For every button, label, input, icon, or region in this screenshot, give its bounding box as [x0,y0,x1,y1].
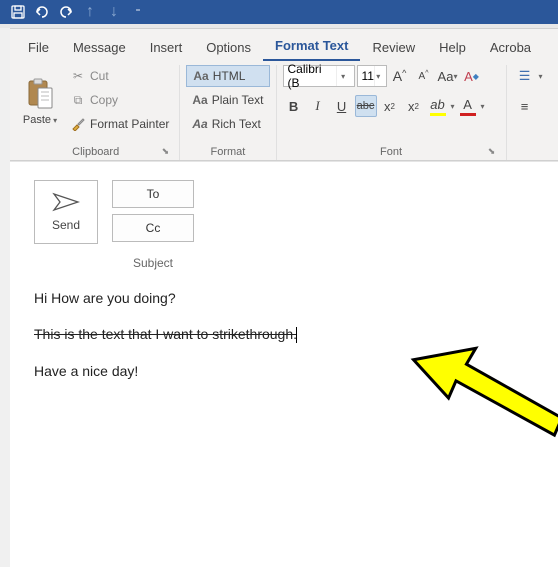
body-line-2: This is the text that I want to striketh… [34,326,546,343]
font-name-combo[interactable]: Calibri (B▾ [283,65,355,87]
chevron-down-icon: ▾ [53,116,57,125]
clipboard-group-label: Clipboard [72,146,119,158]
font-size-value: 11 [362,69,374,83]
quick-access-toolbar: ↑ ↓ ⁼ [0,0,558,24]
send-icon [52,192,80,212]
down-arrow-icon[interactable]: ↓ [102,0,126,24]
compose-area: Send To Cc Subject Hi How are you doing?… [10,161,558,567]
font-group-label: Font [380,146,402,158]
format-plain-option[interactable]: Aa Plain Text [186,89,269,111]
ribbon-tabs: File Message Insert Options Format Text … [10,29,558,61]
font-dialog-launcher[interactable]: ⬊ [486,146,498,158]
copy-icon: ⧉ [70,92,86,108]
clear-formatting-button[interactable]: A◆ [461,65,483,87]
group-font: Calibri (B▾ 11▾ A^ A^ Aa▾ A◆ B I U abc x… [277,65,507,160]
aa-icon: Aa [193,69,208,83]
save-icon[interactable] [6,0,30,24]
text-cursor [296,327,297,343]
bold-button[interactable]: B [283,95,305,117]
subject-label: Subject [112,256,194,270]
scissors-icon: ✂ [70,68,86,84]
font-name-value: Calibri (B [288,62,336,90]
format-group-label: Format [186,144,269,160]
send-button[interactable]: Send [34,180,98,244]
aa-icon: Aa [192,117,207,131]
chevron-down-icon[interactable]: ▾ [451,102,455,111]
font-color-button[interactable]: A [457,95,479,117]
compose-window: File Message Insert Options Format Text … [10,28,558,567]
send-label: Send [52,218,80,232]
group-clipboard: Paste▾ ✂ Cut ⧉ Copy Format Painter [12,65,180,160]
cut-button[interactable]: ✂ Cut [66,65,173,87]
chevron-down-icon[interactable]: ▾ [481,102,485,111]
strikethrough-button[interactable]: abc [355,95,377,117]
paste-button[interactable]: Paste▾ [18,65,62,135]
superscript-button[interactable]: x2 [403,95,425,117]
tab-help[interactable]: Help [427,34,478,61]
format-painter-label: Format Painter [90,117,169,131]
tab-format-text[interactable]: Format Text [263,32,360,61]
tab-review[interactable]: Review [360,34,427,61]
paragraph-group-label [513,144,543,160]
tab-file[interactable]: File [16,34,61,61]
cc-button[interactable]: Cc [112,214,194,242]
customize-qat-icon[interactable]: ⁼ [126,0,150,24]
copy-button[interactable]: ⧉ Copy [66,89,173,111]
body-line-3: Have a nice day! [34,363,546,379]
paintbrush-icon [70,116,86,132]
to-button[interactable]: To [112,180,194,208]
tab-acrobat[interactable]: Acroba [478,34,543,61]
grow-font-button[interactable]: A^ [389,65,411,87]
tab-insert[interactable]: Insert [138,34,195,61]
aa-icon: Aa [192,93,207,107]
body-line-1: Hi How are you doing? [34,290,546,306]
shrink-font-button[interactable]: A^ [413,65,435,87]
chevron-down-icon[interactable]: ▾ [539,72,543,81]
cut-label: Cut [90,69,109,83]
change-case-button[interactable]: Aa▾ [437,65,459,87]
underline-button[interactable]: U [331,95,353,117]
bullets-button[interactable]: ☰ [513,65,537,87]
format-painter-button[interactable]: Format Painter [66,113,173,135]
group-paragraph: ☰ ▾ ≡ [507,65,549,160]
html-label: HTML [213,69,246,83]
highlight-button[interactable]: ab [427,95,449,117]
font-size-combo[interactable]: 11▾ [357,65,387,87]
up-arrow-icon[interactable]: ↑ [78,0,102,24]
subscript-button[interactable]: x2 [379,95,401,117]
format-html-option[interactable]: Aa HTML [186,65,269,87]
tab-message[interactable]: Message [61,34,138,61]
redo-icon[interactable] [54,0,78,24]
format-rich-option[interactable]: Aa Rich Text [186,113,269,135]
clipboard-dialog-launcher[interactable]: ⬊ [159,146,171,158]
undo-icon[interactable] [30,0,54,24]
rich-label: Rich Text [212,117,261,131]
chevron-down-icon[interactable]: ▾ [374,66,382,86]
italic-button[interactable]: I [307,95,329,117]
plain-label: Plain Text [212,93,264,107]
align-left-button[interactable]: ≡ [513,95,537,117]
ribbon: Paste▾ ✂ Cut ⧉ Copy Format Painter [10,61,558,161]
chevron-down-icon[interactable]: ▾ [336,66,350,86]
paste-label: Paste [23,114,51,126]
group-format: Aa HTML Aa Plain Text Aa Rich Text Format [180,65,276,160]
copy-label: Copy [90,93,118,107]
tab-options[interactable]: Options [194,34,263,61]
paste-icon [26,74,54,114]
email-body[interactable]: Hi How are you doing? This is the text t… [34,290,546,379]
